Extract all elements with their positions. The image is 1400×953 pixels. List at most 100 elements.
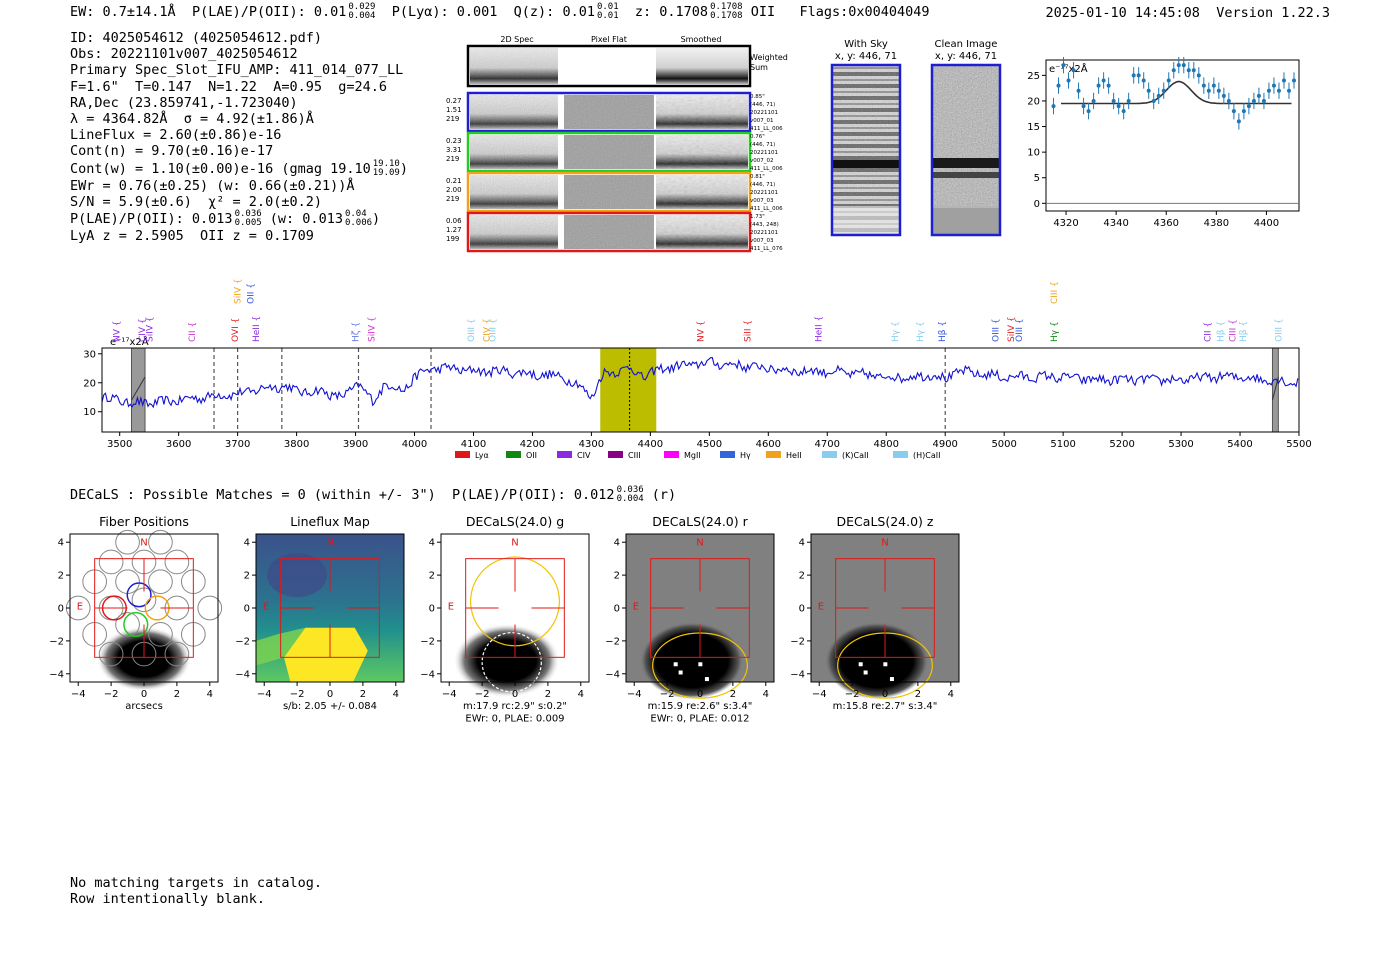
zoom-data-point — [1156, 93, 1161, 98]
stamp-xtick-label: −2 — [104, 689, 119, 700]
legend-label: (K)CaII — [842, 451, 869, 460]
stamp-ytick-label: 0 — [429, 604, 435, 615]
stamp-ytick-label: −4 — [49, 669, 64, 680]
stamp-xtick-label: −2 — [290, 689, 305, 700]
zoom-frame — [1045, 59, 1300, 212]
cutout-right-label: 411_LL_076 — [750, 246, 783, 252]
zoom-data-point — [1141, 78, 1146, 83]
cutout-left-label: 3.31 — [446, 146, 462, 154]
spectrum-ytick-label: 20 — [83, 378, 96, 389]
cutout-left-label: 219 — [446, 115, 459, 123]
stamp-xtick-label: 2 — [174, 689, 180, 700]
plae-value: P(LAE)/P(OII): 0.01 — [191, 4, 347, 20]
zoom-data-point — [1096, 83, 1101, 88]
spectrum-line-label: Hζ { — [352, 322, 362, 342]
spectrum-line-label: NV { — [113, 321, 123, 342]
stamp-xtick-label: −4 — [257, 689, 272, 700]
stamp-ytick-label: −2 — [49, 636, 64, 647]
plae-lo: 0.004 — [348, 11, 376, 21]
stamp-xtick-label: −4 — [71, 689, 86, 700]
spectrum-ytick-label: 10 — [83, 407, 96, 418]
info-contn: Cont(n) = 9.70(±0.16)e-17 — [70, 143, 274, 160]
footer-line-1: No matching targets in catalog. — [70, 875, 322, 891]
spectrum-xtick-label: 4300 — [579, 439, 604, 450]
plae2-w: (w: 0.013 — [269, 211, 343, 228]
stamp-hotpixel — [883, 662, 888, 667]
stamp-xtick-label: 4 — [763, 689, 769, 700]
spectrum-line-label: HeII { — [814, 316, 824, 342]
stamp-panel: Fiber Positions N E −4 −4 −2 −2 0 0 2 2 4 4 arcsecs — [49, 514, 223, 712]
stamp-ytick-label: 2 — [614, 571, 620, 582]
stamp-caption: m:17.9 rc:2.9" s:0.2" — [463, 701, 567, 712]
stamp-xtick-label: 2 — [730, 689, 736, 700]
spectrum-line-label: SiIV { — [234, 278, 244, 304]
stamp-ytick-label: −2 — [790, 636, 805, 647]
stamp-xtick-label: 4 — [948, 689, 954, 700]
info-primary: Primary Spec_Slot_IFU_AMP: 411_014_077_L… — [70, 62, 404, 79]
stamp-title: DECaLS(24.0) r — [652, 514, 748, 529]
with-sky-image — [830, 63, 902, 237]
cutout-right-label: 20221101 — [750, 150, 778, 156]
spectrum-line-label: CII { — [1204, 322, 1214, 342]
stamp-ytick-label: 4 — [58, 538, 64, 549]
spectrum-line-label: NV { — [696, 321, 706, 342]
qz-value: Q(z): 0.01 — [513, 4, 595, 20]
legend-label: Lyα — [475, 451, 489, 460]
stamp-hotpixel — [889, 677, 894, 682]
zoom-data-point — [1151, 98, 1156, 103]
zoom-ytick-label: 25 — [1027, 71, 1040, 82]
cutout-left-label: 0.21 — [446, 177, 462, 185]
stamp-north-label: N — [326, 538, 333, 549]
zoom-data-point — [1161, 88, 1166, 93]
spectrum-line-label: SiIV { — [367, 316, 377, 342]
spectrum-xtick-label: 4000 — [402, 439, 427, 450]
zoom-data-point — [1146, 88, 1151, 93]
zoom-data-point — [1231, 109, 1236, 114]
spectrum-line-label: OIII { — [991, 318, 1001, 342]
spectrum-line-label: SiII { — [744, 320, 754, 342]
stamp-xtick-label: 0 — [512, 689, 518, 700]
info-plae: P(LAE)/P(OII): 0.013 — [70, 211, 233, 228]
zoom-data-point — [1191, 68, 1196, 73]
spectrum-xtick-label: 4900 — [932, 439, 957, 450]
cutout-left-label: 199 — [446, 235, 459, 243]
zoom-model-curve — [1061, 80, 1292, 105]
stamp-hotpixel — [858, 662, 863, 667]
stamp-east-label: E — [818, 602, 824, 613]
info-lineflux: LineFlux = 2.60(±0.86)e-16 — [70, 127, 282, 144]
cutout-row: 0.271.51219 0.85" (446, 71) 20221101 v007_01… — [446, 91, 783, 133]
flags-value: Flags:0x00404049 — [799, 4, 930, 20]
zoom-data-point — [1216, 88, 1221, 93]
legend-label: MgII — [684, 451, 701, 460]
cutout-right-label: 0.81" — [750, 174, 765, 180]
zoom-data-point — [1111, 98, 1116, 103]
timestamp-version: 2025-01-10 14:45:08 Version 1.22.3 — [1046, 5, 1331, 21]
zoom-data-point — [1256, 93, 1261, 98]
cutout-left-label: 1.27 — [446, 226, 462, 234]
spectrum-line-label: OIII { — [1015, 318, 1025, 342]
stamp-xtick-label: 0 — [697, 689, 703, 700]
cutout-right-label: 20221101 — [750, 110, 778, 116]
spectrum-line-label: OIII { — [1274, 318, 1284, 342]
stamp-xtick-label: 0 — [327, 689, 333, 700]
stamp-ytick-label: 0 — [58, 604, 64, 615]
cutout-right-label: (446, 71) — [750, 142, 775, 148]
spectrum-xtick-label: 4200 — [520, 439, 545, 450]
zoom-data-point — [1221, 93, 1226, 98]
spectrum-xtick-label: 3800 — [284, 439, 309, 450]
legend-swatch — [720, 451, 735, 458]
zoom-ytick-label: 20 — [1027, 96, 1040, 107]
legend-swatch — [506, 451, 521, 458]
zoom-xtick-label: 4340 — [1103, 218, 1128, 229]
spectrum-line-label: Hβ { — [938, 321, 948, 342]
spectrum-xtick-label: 4500 — [697, 439, 722, 450]
qz-lo: 0.01 — [596, 11, 619, 21]
stamp-caption: EWr: 0, PLAE: 0.012 — [650, 714, 749, 724]
info-lya: LyA z = 2.5905 OII z = 0.1709 — [70, 228, 314, 245]
legend-swatch — [664, 451, 679, 458]
footer-line-2: Row intentionally blank. — [70, 890, 266, 907]
legend-label: CIV — [577, 451, 591, 460]
cutout-right-label: (446, 71) — [750, 102, 775, 108]
info-sn: S/N = 5.9(±0.6) χ² = 2.0(±0.2) — [70, 193, 322, 210]
footer-note: No matching targets in catalog. Row inten… — [70, 875, 322, 907]
